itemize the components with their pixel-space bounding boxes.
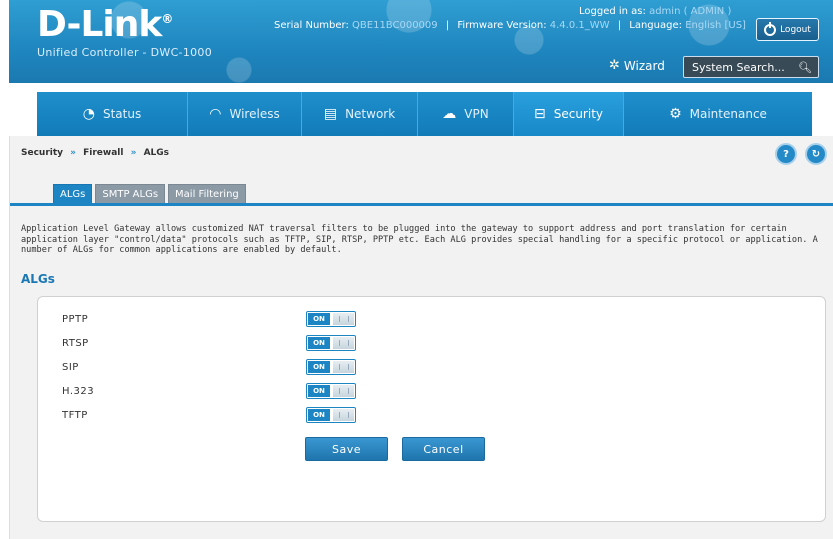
nav-status[interactable]: ◔ Status (37, 92, 188, 136)
rtsp-toggle[interactable]: ON (306, 335, 356, 351)
alg-label: H.323 (62, 385, 95, 397)
product-name: Unified Controller - DWC-1000 (37, 46, 213, 59)
main-content: Security » Firewall » ALGs ? ↻ ALGs SMTP… (9, 136, 833, 539)
toggle-state: ON (308, 313, 330, 325)
nav-wireless[interactable]: ◠ Wireless (188, 92, 302, 136)
alg-label: TFTP (62, 409, 88, 421)
toggle-knob (333, 361, 354, 373)
toggle-knob (333, 337, 354, 349)
nav-maintenance[interactable]: ⚙ Maintenance (624, 92, 812, 136)
logout-label: Logout (780, 24, 811, 35)
wizard-link[interactable]: ✲ Wizard (609, 58, 665, 73)
wifi-icon: ◠ (209, 106, 222, 122)
logged-in-user: admin ( ADMIN ) (649, 6, 732, 17)
dlink-logo: D-Link® (37, 4, 173, 45)
tab-underline (10, 203, 833, 206)
breadcrumb-algs: ALGs (143, 148, 170, 158)
page-description: Application Level Gateway allows customi… (21, 224, 818, 255)
tftp-toggle[interactable]: ON (306, 407, 356, 423)
language-value[interactable]: English [US] (685, 20, 746, 31)
nav-wireless-label: Wireless (229, 107, 280, 121)
gears-icon: ⚙ (669, 106, 682, 122)
alg-row-sip: SIP ON (62, 359, 362, 375)
tab-mail-filtering[interactable]: Mail Filtering (168, 184, 246, 204)
refresh-icon: ↻ (811, 148, 821, 160)
gauge-icon: ◔ (82, 106, 95, 122)
refresh-button[interactable]: ↻ (807, 145, 825, 163)
wizard-label: Wizard (623, 58, 665, 73)
language-label: Language: (629, 20, 682, 31)
cloud-lock-icon: ☁ (442, 106, 457, 122)
search-placeholder: System Search... (692, 60, 785, 74)
header-bar: D-Link® Unified Controller - DWC-1000 Se… (9, 0, 833, 83)
logged-in-info: Logged in as: admin ( ADMIN ) (579, 6, 731, 17)
nav-security-label: Security (553, 107, 603, 121)
toggle-state: ON (308, 361, 330, 373)
cancel-button[interactable]: Cancel (402, 437, 485, 461)
toggle-state: ON (308, 409, 330, 421)
alg-label: RTSP (62, 337, 89, 349)
serial-label: Serial Number: (274, 20, 349, 31)
tab-smtp-algs[interactable]: SMTP ALGs (95, 184, 166, 204)
power-icon (764, 21, 777, 36)
logged-in-label: Logged in as: (579, 6, 646, 17)
tab-bar: ALGs SMTP ALGs Mail Filtering (53, 184, 246, 204)
alg-label: SIP (62, 361, 79, 373)
toggle-knob (333, 313, 354, 325)
help-button[interactable]: ? (777, 145, 795, 163)
search-icon[interactable]: 🔍︎ (798, 61, 812, 74)
alg-label: PPTP (62, 313, 89, 325)
breadcrumb: Security » Firewall » ALGs (21, 148, 169, 158)
nav-network-label: Network (345, 107, 396, 121)
save-button[interactable]: Save (305, 437, 388, 461)
breadcrumb-separator: » (70, 148, 76, 158)
nav-security[interactable]: ⊟ Security (514, 92, 624, 136)
alg-row-rtsp: RTSP ON (62, 335, 362, 351)
monitor-icon: ▤ (323, 106, 338, 122)
firmware-label: Firmware Version: (457, 20, 547, 31)
section-title: ALGs (21, 272, 55, 286)
breadcrumb-security[interactable]: Security (21, 148, 63, 158)
magic-wand-icon: ✲ (609, 58, 620, 73)
device-info: Serial Number: QBE11BC000009 | Firmware … (274, 20, 746, 31)
sip-toggle[interactable]: ON (306, 359, 356, 375)
lock-icon: ⊟ (533, 106, 546, 122)
nav-maintenance-label: Maintenance (689, 107, 767, 121)
toggle-state: ON (308, 385, 330, 397)
toggle-knob (333, 409, 354, 421)
pptp-toggle[interactable]: ON (306, 311, 356, 327)
main-nav: ◔ Status ◠ Wireless ▤ Network ☁ VPN ⊟ Se… (37, 92, 812, 136)
toggle-state: ON (308, 337, 330, 349)
tab-algs[interactable]: ALGs (53, 184, 93, 204)
system-search-input[interactable]: System Search... 🔍︎ (683, 56, 819, 78)
alg-row-tftp: TFTP ON (62, 407, 362, 423)
serial-value: QBE11BC000009 (352, 20, 438, 31)
breadcrumb-firewall[interactable]: Firewall (83, 148, 123, 158)
firmware-value: 4.4.0.1_WW (549, 20, 610, 31)
alg-row-pptp: PPTP ON (62, 311, 362, 327)
logout-button[interactable]: Logout (756, 18, 819, 41)
help-icon: ? (783, 148, 789, 160)
nav-vpn[interactable]: ☁ VPN (418, 92, 514, 136)
nav-network[interactable]: ▤ Network (302, 92, 418, 136)
toggle-knob (333, 385, 354, 397)
breadcrumb-separator: » (130, 148, 137, 158)
alg-row-h323: H.323 ON (62, 383, 362, 399)
algs-panel: PPTP ON RTSP ON SIP ON H.323 ON TFTP ON … (37, 296, 826, 522)
nav-vpn-label: VPN (464, 107, 489, 121)
h323-toggle[interactable]: ON (306, 383, 356, 399)
nav-status-label: Status (102, 107, 142, 121)
